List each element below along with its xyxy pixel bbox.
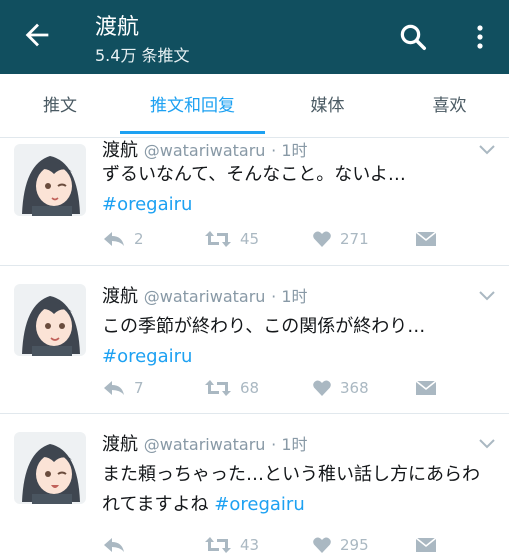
tab-likes[interactable]: 喜欢 xyxy=(390,74,509,138)
timestamp: · 1时 xyxy=(271,287,308,306)
retweet-icon xyxy=(205,380,231,396)
reply-button[interactable] xyxy=(102,533,134,557)
tweet-header: 渡航 @watariwataru · 1时 xyxy=(102,282,308,308)
display-name: 渡航 xyxy=(102,286,138,307)
back-arrow-icon[interactable] xyxy=(20,18,54,52)
retweet-button[interactable]: 43 xyxy=(204,533,259,557)
tab-tweets[interactable]: 推文 xyxy=(0,74,120,138)
avatar[interactable] xyxy=(14,432,86,504)
tweet-body: この季節が終わり、この関係が終わり… xyxy=(102,316,426,337)
heart-icon xyxy=(313,231,331,247)
tweet-actions: 2 45 271 xyxy=(102,227,482,251)
tweet-count: 5.4万 条推文 xyxy=(95,46,190,65)
direct-message-button[interactable] xyxy=(415,533,445,557)
reply-icon xyxy=(104,538,124,552)
hashtag-link[interactable]: #oregairu xyxy=(102,342,497,372)
direct-message-icon xyxy=(415,380,437,395)
profile-tabs: 推文 推文和回复 媒体 喜欢 xyxy=(0,74,509,138)
like-button[interactable]: 295 xyxy=(312,533,369,557)
tweet-actions: 43 295 xyxy=(102,533,482,557)
retweet-count: 45 xyxy=(240,230,260,248)
heart-icon xyxy=(313,380,331,396)
tweet-header: 渡航 @watariwataru · 1时 xyxy=(102,138,308,162)
tweet-body: ずるいなんて、そんなこと。ないよ… xyxy=(102,164,406,185)
retweet-count: 43 xyxy=(240,536,260,554)
tweet-feed[interactable]: 渡航 @watariwataru · 1时 ずるいなんて、そんなこと。ないよ… … xyxy=(0,138,509,557)
retweet-button[interactable]: 45 xyxy=(204,227,259,251)
direct-message-icon xyxy=(415,537,437,552)
reply-count: 2 xyxy=(134,230,144,248)
tweet-card[interactable]: 渡航 @watariwataru · 1时 この季節が終わり、この関係が終わり…… xyxy=(0,266,509,414)
retweet-button[interactable]: 68 xyxy=(204,376,259,400)
like-button[interactable]: 271 xyxy=(312,227,369,251)
tweet-card[interactable]: 渡航 @watariwataru · 1时 ずるいなんて、そんなこと。ないよ… … xyxy=(0,138,509,266)
timestamp: · 1时 xyxy=(271,141,308,160)
direct-message-icon xyxy=(415,231,437,246)
reply-icon xyxy=(104,381,124,395)
tweet-header: 渡航 @watariwataru · 1时 xyxy=(102,430,308,456)
hashtag-link[interactable]: #oregairu xyxy=(214,494,304,515)
like-button[interactable]: 368 xyxy=(312,376,369,400)
direct-message-button[interactable] xyxy=(415,227,445,251)
retweet-icon xyxy=(205,231,231,247)
display-name: 渡航 xyxy=(102,140,138,161)
chevron-down-icon[interactable] xyxy=(478,437,496,449)
retweet-count: 68 xyxy=(240,379,260,397)
direct-message-button[interactable] xyxy=(415,376,445,400)
tweet-card[interactable]: 渡航 @watariwataru · 1时 また頼っちゃった…という稚い話し方に… xyxy=(0,414,509,557)
tweet-text: ずるいなんて、そんなこと。ないよ… #oregairu xyxy=(102,160,497,220)
handle: @watariwataru xyxy=(143,287,266,306)
heart-icon xyxy=(313,537,331,553)
tab-tweets-and-replies[interactable]: 推文和回复 xyxy=(120,74,265,138)
like-count: 368 xyxy=(340,379,369,397)
timestamp: · 1时 xyxy=(271,435,308,454)
retweet-icon xyxy=(205,537,231,553)
app-bar: 渡航 5.4万 条推文 xyxy=(0,0,509,74)
avatar[interactable] xyxy=(14,144,86,216)
reply-count: 7 xyxy=(134,379,144,397)
chevron-down-icon[interactable] xyxy=(478,143,496,155)
handle: @watariwataru xyxy=(143,141,266,160)
display-name: 渡航 xyxy=(102,434,138,455)
tab-media[interactable]: 媒体 xyxy=(265,74,390,138)
reply-button[interactable]: 2 xyxy=(102,227,144,251)
like-count: 271 xyxy=(340,230,369,248)
search-icon[interactable] xyxy=(398,22,428,52)
active-tab-indicator xyxy=(120,131,265,134)
reply-icon xyxy=(104,232,124,246)
avatar[interactable] xyxy=(14,284,86,356)
chevron-down-icon[interactable] xyxy=(478,289,496,301)
tweet-text: この季節が終わり、この関係が終わり… #oregairu xyxy=(102,312,497,372)
like-count: 295 xyxy=(340,536,369,554)
handle: @watariwataru xyxy=(143,435,266,454)
tweet-text: また頼っちゃった…という稚い話し方にあらわれてますよね #oregairu xyxy=(102,460,497,520)
profile-title: 渡航 xyxy=(95,15,140,40)
reply-button[interactable]: 7 xyxy=(102,376,144,400)
more-vert-icon[interactable] xyxy=(470,22,490,52)
tweet-actions: 7 68 368 xyxy=(102,376,482,400)
hashtag-link[interactable]: #oregairu xyxy=(102,190,497,220)
